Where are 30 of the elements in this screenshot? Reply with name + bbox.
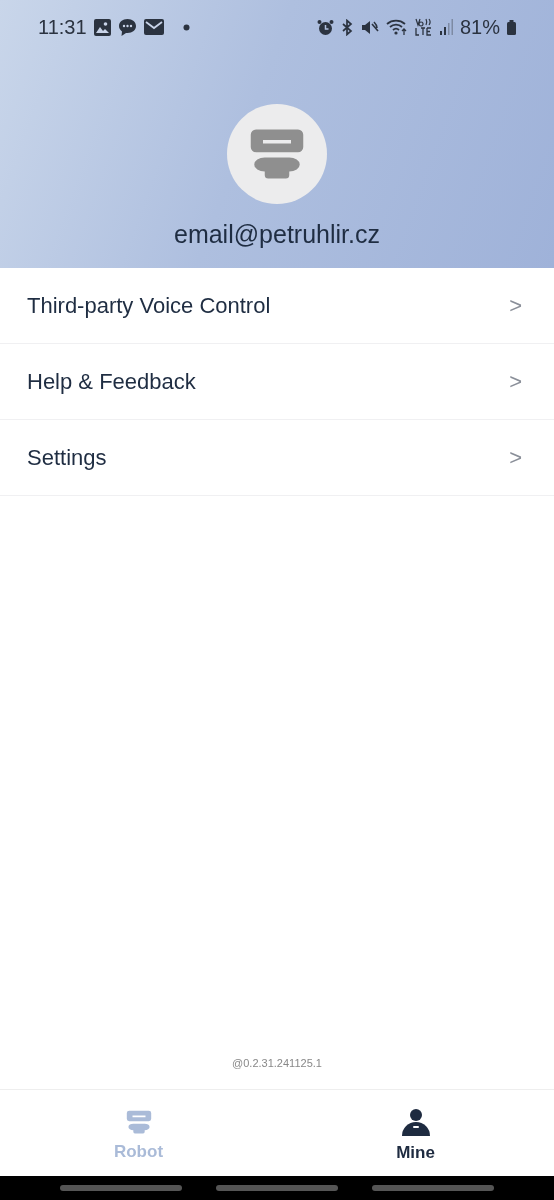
person-icon [400,1107,431,1137]
robot-icon [125,1108,152,1136]
chevron-icon: > [509,292,522,319]
menu-item-label: Help & Feedback [27,368,196,395]
image-icon [93,18,111,36]
chat-bubble-icon [117,17,137,37]
menu-item-label: Settings [27,444,107,471]
clock: 11:31 [38,15,87,39]
menu-item[interactable]: Help & Feedback > [0,344,554,420]
battery-percentage: 81% [459,15,500,39]
dot-icon [182,23,190,31]
alarm-icon [316,18,334,36]
gesture-handle[interactable] [372,1185,494,1191]
bluetooth-icon [340,18,354,36]
gesture-handle[interactable] [60,1185,182,1191]
menu-item[interactable]: Third-party Voice Control > [0,268,554,344]
account-email: email@petruhlir.cz [174,220,380,249]
signal-icon [439,19,453,35]
muted-speaker-icon [360,18,379,36]
chevron-icon: > [509,368,522,395]
tab-item[interactable]: Mine [277,1090,554,1176]
wifi-icon [385,18,408,36]
volte-icon [414,18,433,36]
version-label: @0.2.31.241125.1 [231,1057,323,1071]
menu-item[interactable]: Settings > [0,420,554,496]
envelope-icon [143,19,164,35]
gesture-handle[interactable] [216,1185,338,1191]
menu-item-label: Third-party Voice Control [27,292,271,319]
chevron-icon: > [509,444,522,471]
battery-icon [507,19,516,35]
